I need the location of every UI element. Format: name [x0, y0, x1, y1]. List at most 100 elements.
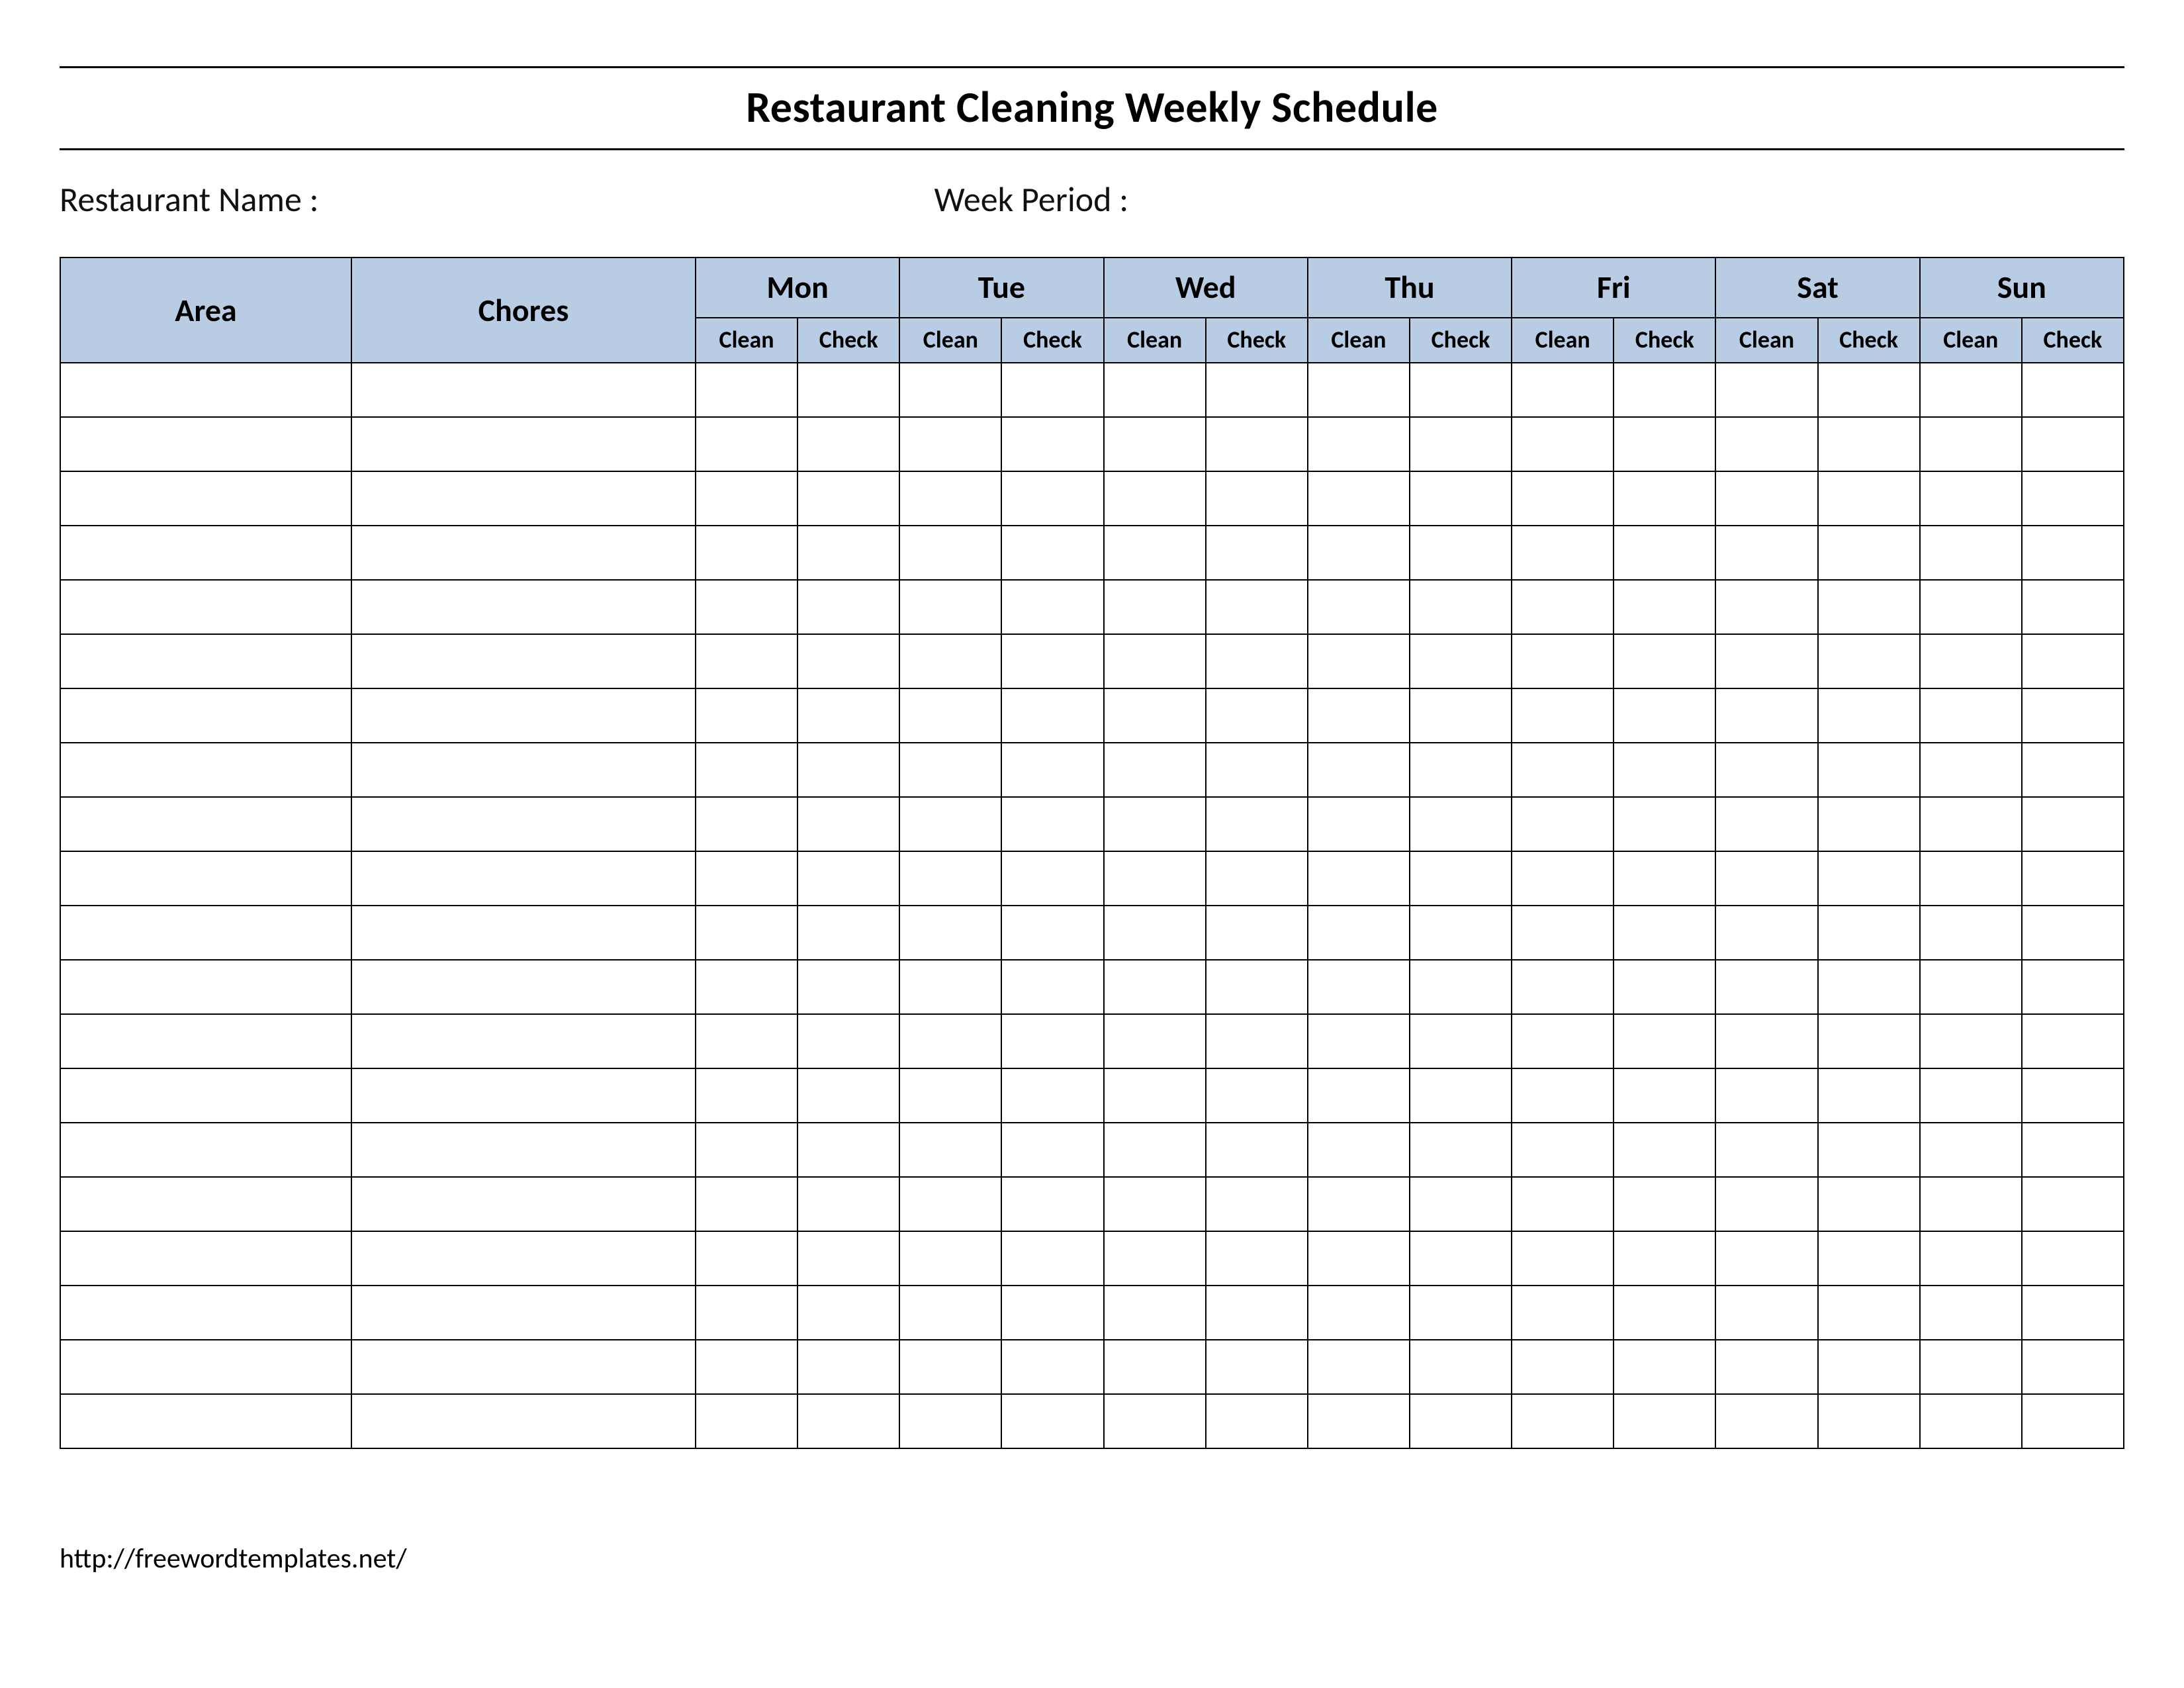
table-cell[interactable] — [899, 906, 1001, 960]
table-cell[interactable] — [696, 1394, 797, 1448]
table-cell[interactable] — [1206, 526, 1308, 580]
table-cell[interactable] — [2022, 688, 2124, 743]
table-cell[interactable] — [899, 1286, 1001, 1340]
table-cell[interactable] — [1614, 1394, 1715, 1448]
table-cell[interactable] — [1206, 1286, 1308, 1340]
table-cell[interactable] — [351, 363, 696, 417]
table-cell[interactable] — [1410, 688, 1512, 743]
table-cell[interactable] — [797, 1286, 899, 1340]
table-cell[interactable] — [1512, 851, 1614, 906]
table-cell[interactable] — [696, 1286, 797, 1340]
table-cell[interactable] — [797, 1123, 899, 1177]
table-cell[interactable] — [2022, 634, 2124, 688]
table-cell[interactable] — [1001, 471, 1103, 526]
table-cell[interactable] — [1920, 1340, 2022, 1394]
table-cell[interactable] — [1308, 471, 1410, 526]
table-cell[interactable] — [696, 471, 797, 526]
table-cell[interactable] — [696, 797, 797, 851]
table-cell[interactable] — [1410, 580, 1512, 634]
table-cell[interactable] — [1206, 688, 1308, 743]
table-cell[interactable] — [351, 1231, 696, 1286]
table-cell[interactable] — [1512, 471, 1614, 526]
table-cell[interactable] — [1715, 1068, 1817, 1123]
table-cell[interactable] — [2022, 1177, 2124, 1231]
table-cell[interactable] — [351, 1286, 696, 1340]
table-cell[interactable] — [797, 688, 899, 743]
table-cell[interactable] — [1001, 1340, 1103, 1394]
table-cell[interactable] — [1920, 1231, 2022, 1286]
table-cell[interactable] — [1001, 580, 1103, 634]
table-cell[interactable] — [60, 906, 351, 960]
table-cell[interactable] — [696, 906, 797, 960]
table-cell[interactable] — [1920, 363, 2022, 417]
table-cell[interactable] — [1104, 471, 1206, 526]
table-cell[interactable] — [1104, 1231, 1206, 1286]
table-cell[interactable] — [1104, 743, 1206, 797]
table-cell[interactable] — [899, 688, 1001, 743]
table-cell[interactable] — [1512, 1123, 1614, 1177]
table-cell[interactable] — [1001, 797, 1103, 851]
table-cell[interactable] — [60, 1068, 351, 1123]
table-cell[interactable] — [1614, 960, 1715, 1014]
table-cell[interactable] — [1001, 743, 1103, 797]
table-cell[interactable] — [696, 580, 797, 634]
table-cell[interactable] — [351, 580, 696, 634]
table-cell[interactable] — [1104, 960, 1206, 1014]
table-cell[interactable] — [1715, 797, 1817, 851]
table-cell[interactable] — [2022, 743, 2124, 797]
table-cell[interactable] — [1818, 471, 1920, 526]
table-cell[interactable] — [899, 1177, 1001, 1231]
table-cell[interactable] — [1001, 1231, 1103, 1286]
table-cell[interactable] — [1308, 1286, 1410, 1340]
table-cell[interactable] — [696, 363, 797, 417]
table-cell[interactable] — [1715, 1394, 1817, 1448]
table-cell[interactable] — [1206, 1068, 1308, 1123]
table-cell[interactable] — [1410, 1014, 1512, 1068]
table-cell[interactable] — [1410, 797, 1512, 851]
table-cell[interactable] — [351, 1014, 696, 1068]
table-cell[interactable] — [696, 688, 797, 743]
table-cell[interactable] — [1001, 1177, 1103, 1231]
table-cell[interactable] — [60, 743, 351, 797]
table-cell[interactable] — [2022, 906, 2124, 960]
table-cell[interactable] — [60, 634, 351, 688]
table-cell[interactable] — [1614, 1340, 1715, 1394]
table-cell[interactable] — [1614, 1177, 1715, 1231]
table-cell[interactable] — [1614, 634, 1715, 688]
table-cell[interactable] — [1512, 1340, 1614, 1394]
table-cell[interactable] — [1818, 417, 1920, 471]
table-cell[interactable] — [1512, 743, 1614, 797]
table-cell[interactable] — [60, 1286, 351, 1340]
table-cell[interactable] — [1715, 363, 1817, 417]
table-cell[interactable] — [1104, 906, 1206, 960]
table-cell[interactable] — [351, 743, 696, 797]
table-cell[interactable] — [1104, 634, 1206, 688]
table-cell[interactable] — [351, 1340, 696, 1394]
table-cell[interactable] — [1410, 906, 1512, 960]
table-cell[interactable] — [1410, 1340, 1512, 1394]
table-cell[interactable] — [899, 1340, 1001, 1394]
table-cell[interactable] — [1512, 688, 1614, 743]
table-cell[interactable] — [1614, 580, 1715, 634]
table-cell[interactable] — [899, 851, 1001, 906]
table-cell[interactable] — [1614, 1231, 1715, 1286]
table-cell[interactable] — [1818, 526, 1920, 580]
table-cell[interactable] — [1920, 851, 2022, 906]
table-cell[interactable] — [1308, 1014, 1410, 1068]
table-cell[interactable] — [60, 580, 351, 634]
table-cell[interactable] — [1206, 1177, 1308, 1231]
table-cell[interactable] — [1001, 851, 1103, 906]
table-cell[interactable] — [1715, 1123, 1817, 1177]
table-cell[interactable] — [797, 960, 899, 1014]
table-cell[interactable] — [1614, 743, 1715, 797]
table-cell[interactable] — [899, 1014, 1001, 1068]
table-cell[interactable] — [1104, 851, 1206, 906]
table-cell[interactable] — [2022, 960, 2124, 1014]
table-cell[interactable] — [797, 743, 899, 797]
table-cell[interactable] — [696, 417, 797, 471]
table-cell[interactable] — [1614, 688, 1715, 743]
table-cell[interactable] — [1410, 1231, 1512, 1286]
table-cell[interactable] — [1206, 851, 1308, 906]
table-cell[interactable] — [1920, 797, 2022, 851]
table-cell[interactable] — [1410, 526, 1512, 580]
